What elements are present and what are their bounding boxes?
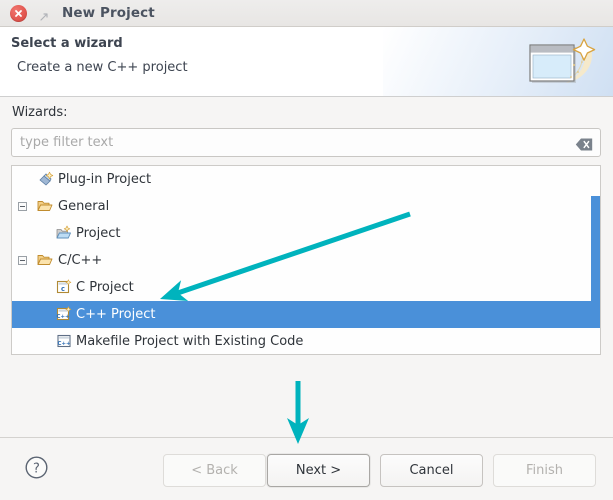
title-bar: New Project xyxy=(0,0,613,27)
wizard-banner: Select a wizard Create a new C++ project xyxy=(0,27,613,97)
close-icon[interactable] xyxy=(10,5,27,22)
filter-input[interactable] xyxy=(12,129,562,156)
tree-row[interactable]: C/C++ xyxy=(12,247,600,274)
tree-row-label: C++ Project xyxy=(12,307,155,322)
back-button[interactable]: < Back xyxy=(163,454,266,487)
tree-row[interactable]: C++ Makefile Project with Existing Code xyxy=(12,328,600,355)
finish-button[interactable]: Finish xyxy=(493,454,596,487)
tree-row-label: C Project xyxy=(12,280,134,295)
banner-title: Select a wizard xyxy=(11,36,123,51)
plugin-project-icon xyxy=(38,171,54,187)
makefile-project-icon: C++ xyxy=(56,333,72,349)
wizard-tree[interactable]: Plug-in Project General Projec xyxy=(11,165,601,355)
banner-subtitle: Create a new C++ project xyxy=(17,60,188,75)
tree-row-label: Plug-in Project xyxy=(12,172,151,187)
open-folder-icon xyxy=(37,252,53,268)
wizard-sparkle-window-icon xyxy=(522,35,600,91)
new-project-wizard-window: New Project Select a wizard Create a new… xyxy=(0,0,613,500)
cpp-project-icon: C++ xyxy=(56,306,72,322)
svg-text:C++: C++ xyxy=(57,314,70,320)
project-icon xyxy=(56,225,72,241)
filter-field-wrapper[interactable] xyxy=(11,128,601,157)
help-question-icon[interactable]: ? xyxy=(24,455,49,480)
c-project-icon: c xyxy=(56,279,72,295)
tree-vertical-scrollbar[interactable] xyxy=(591,196,600,326)
open-folder-icon xyxy=(37,198,53,214)
clear-filter-icon[interactable] xyxy=(575,136,593,149)
wizards-label: Wizards: xyxy=(12,105,68,120)
tree-row[interactable]: Project xyxy=(12,220,600,247)
cancel-button[interactable]: Cancel xyxy=(380,454,483,487)
svg-text:?: ? xyxy=(33,461,40,476)
svg-text:C++: C++ xyxy=(58,341,71,347)
tree-row[interactable]: General xyxy=(12,193,600,220)
next-button[interactable]: Next > xyxy=(267,454,370,487)
tree-row-selected[interactable]: C++ C++ Project xyxy=(12,301,600,328)
tree-row[interactable]: Plug-in Project xyxy=(12,166,600,193)
svg-text:c: c xyxy=(61,285,65,293)
collapse-icon[interactable] xyxy=(18,202,27,211)
restore-icon[interactable] xyxy=(38,8,50,20)
collapse-icon[interactable] xyxy=(18,256,27,265)
tree-row[interactable]: c C Project xyxy=(12,274,600,301)
window-title: New Project xyxy=(62,0,155,27)
